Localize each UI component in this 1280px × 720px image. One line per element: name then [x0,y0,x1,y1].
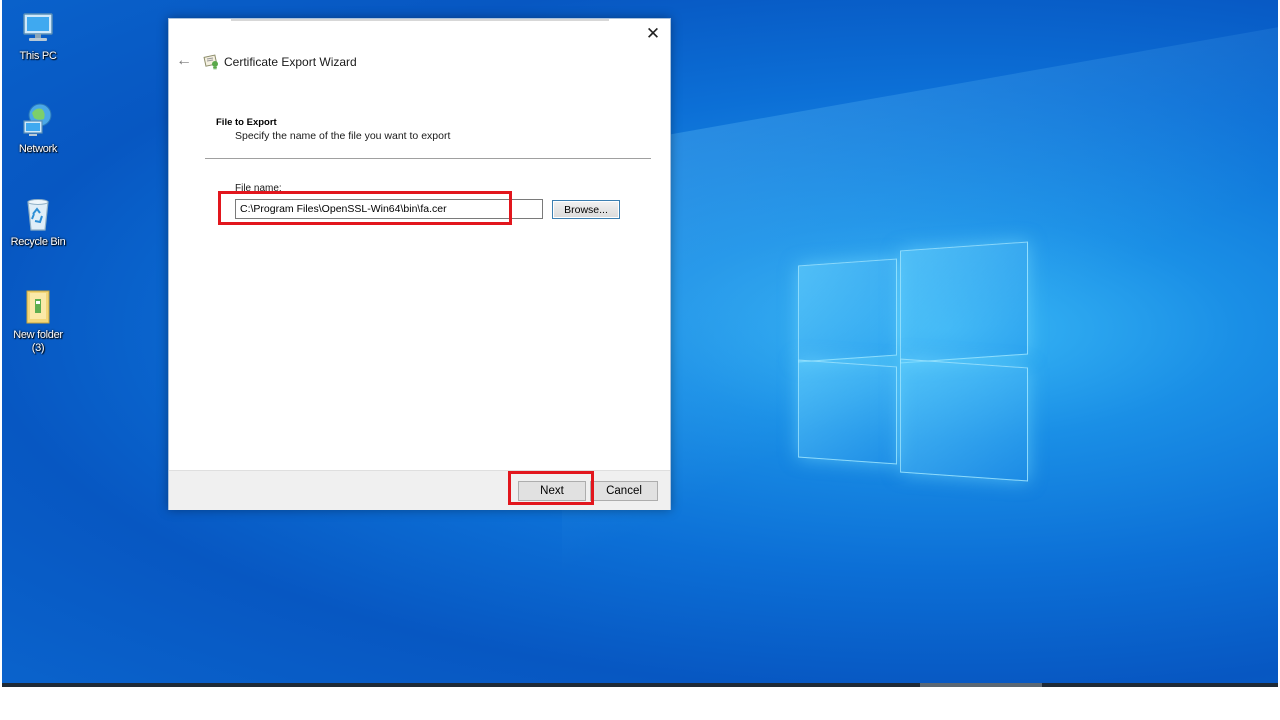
desktop-icon-this-pc[interactable]: This PC [6,8,70,63]
desktop-icon-label: Recycle Bin [10,236,66,248]
file-name-input[interactable] [235,199,543,219]
folder-icon [18,287,58,327]
recycle-bin-icon [18,194,58,234]
desktop-icon-label: This PC [19,50,57,62]
next-button[interactable]: Next [518,481,586,501]
close-icon: ✕ [645,24,661,43]
desktop-icon-label: Network [18,143,58,155]
desktop-icon-label: New folder (3) [13,329,63,354]
close-button[interactable]: ✕ [642,24,664,44]
desktop-icon-new-folder[interactable]: New folder (3) [6,287,70,355]
file-name-label: File name: [235,183,282,194]
certificate-export-wizard-dialog: ✕ ← Certificate Export Wizard File to Ex… [168,18,671,510]
back-arrow-icon: ← [176,52,192,69]
network-icon [18,101,58,141]
dialog-footer: Next Cancel [169,470,670,510]
browse-button[interactable]: Browse... [552,200,620,219]
desktop-icon-network[interactable]: Network [6,101,70,156]
dialog-top-edge [231,19,609,21]
header-separator [205,158,651,159]
wizard-title: Certificate Export Wizard [224,55,357,69]
section-title: File to Export [216,117,277,128]
certificate-icon [203,52,221,70]
desktop-icon-recycle-bin[interactable]: Recycle Bin [6,194,70,249]
back-button[interactable]: ← [175,52,193,70]
taskbar-active-segment [920,683,1042,687]
windows-logo [796,241,1030,482]
taskbar [2,683,1278,687]
cancel-button[interactable]: Cancel [590,481,658,501]
section-subtitle: Specify the name of the file you want to… [235,130,451,142]
this-pc-icon [18,8,58,48]
